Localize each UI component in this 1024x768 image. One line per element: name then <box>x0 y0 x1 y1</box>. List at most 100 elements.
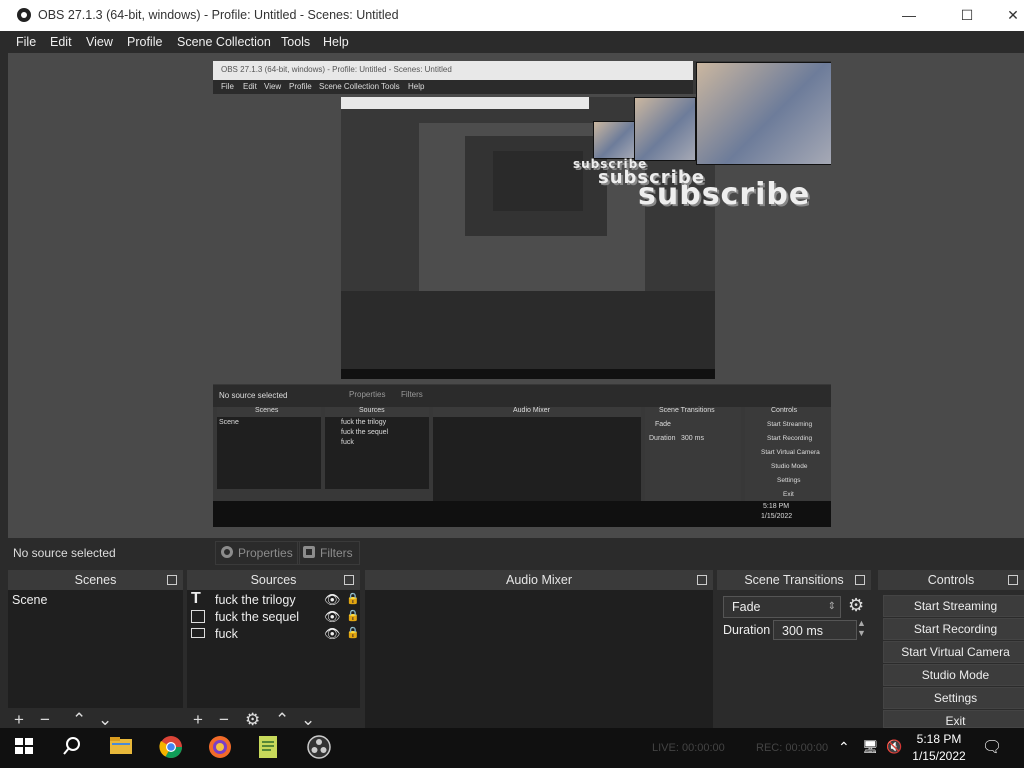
studio-mode-button[interactable]: Studio Mode <box>883 664 1024 686</box>
title-bar: OBS 27.1.3 (64-bit, windows) - Profile: … <box>0 0 1024 31</box>
transition-select[interactable]: Fade ⇕ <box>723 596 841 618</box>
audio-mixer-dock: Audio Mixer <box>365 570 713 730</box>
nested-title-bar-2 <box>341 97 589 109</box>
lock-icon[interactable]: 🔒 <box>346 609 360 622</box>
controls-header: Controls <box>878 570 1024 590</box>
start-recording-button[interactable]: Start Recording <box>883 618 1024 640</box>
exit-button[interactable]: Exit <box>883 710 1024 728</box>
popout-icon[interactable] <box>167 575 177 585</box>
nested-taskbar <box>341 369 715 379</box>
file-explorer-icon[interactable] <box>108 734 136 762</box>
chevron-up-icon[interactable]: ⌃ <box>838 739 850 756</box>
nested-menu-view: View <box>264 82 282 91</box>
network-icon[interactable]: 🖥 <box>862 739 879 755</box>
scenes-header: Scenes <box>8 570 183 590</box>
nested-source-item: fuck <box>341 439 354 446</box>
sources-header: Sources <box>187 570 360 590</box>
start-icon[interactable] <box>12 734 40 762</box>
nested-control-button: Studio Mode <box>771 463 808 470</box>
add-icon[interactable]: + <box>193 710 203 730</box>
scenes-title: Scenes <box>74 573 117 587</box>
popout-icon[interactable] <box>344 575 354 585</box>
menu-scene-collection[interactable]: Scene Collection <box>177 35 271 49</box>
menu-bar: File Edit View Profile Scene Collection … <box>0 31 1024 53</box>
lock-icon[interactable]: 🔒 <box>346 592 360 605</box>
source-row[interactable]: fuck the sequel 👁 🔒 <box>191 609 360 625</box>
eye-icon[interactable]: 👁 <box>324 592 341 608</box>
search-icon[interactable] <box>60 734 88 762</box>
clock-date[interactable]: 1/15/2022 <box>908 749 970 763</box>
source-name: fuck the sequel <box>215 610 300 624</box>
brave-icon[interactable] <box>207 734 235 762</box>
speaker-muted-icon[interactable]: 🔇 <box>886 739 902 755</box>
nested-control-button: Start Virtual Camera <box>761 449 820 456</box>
menu-help[interactable]: Help <box>323 35 349 49</box>
chrome-icon[interactable] <box>158 734 186 762</box>
duration-stepper-icon[interactable]: ▲ ▼ <box>857 618 866 638</box>
no-source-label: No source selected <box>13 546 116 560</box>
popout-icon[interactable] <box>855 575 865 585</box>
start-streaming-button[interactable]: Start Streaming <box>883 595 1024 617</box>
nested-menu-bar: File Edit View Profile Scene Collection … <box>213 80 693 94</box>
nested-title-bar: OBS 27.1.3 (64-bit, windows) - Profile: … <box>213 61 693 80</box>
source-row[interactable]: T fuck the trilogy 👁 🔒 <box>191 590 360 608</box>
menu-file[interactable]: File <box>16 35 36 49</box>
settings-gear-icon[interactable]: ⚙ <box>245 710 260 730</box>
duration-input[interactable]: 300 ms <box>773 620 857 640</box>
move-down-icon[interactable]: ⌄ <box>301 710 315 730</box>
properties-button[interactable]: Properties <box>215 541 300 565</box>
transition-settings-gear-icon[interactable]: ⚙ <box>848 595 864 616</box>
obs-icon[interactable] <box>306 734 334 762</box>
nested-controls-header: Controls <box>745 407 831 417</box>
text-source-icon: T <box>191 590 201 607</box>
menu-profile[interactable]: Profile <box>127 35 162 49</box>
nested-source-item: fuck the sequel <box>341 429 389 436</box>
add-icon[interactable]: + <box>14 710 24 730</box>
nested-fade-select: Fade <box>655 421 671 428</box>
source-toolbar: No source selected Properties Filters <box>8 538 1024 566</box>
audio-mixer-header: Audio Mixer <box>365 570 713 590</box>
nested-control-button: Exit <box>783 491 794 498</box>
close-button[interactable]: ✕ <box>990 0 1024 31</box>
start-virtual-camera-button[interactable]: Start Virtual Camera <box>883 641 1024 663</box>
source-name: fuck <box>215 627 238 641</box>
nested-scene-item: Scene <box>219 419 239 426</box>
notification-icon[interactable]: 🗨 <box>982 737 1002 757</box>
menu-view[interactable]: View <box>86 35 113 49</box>
nested-menu-edit: Edit <box>243 82 257 91</box>
display-source-icon <box>191 628 205 638</box>
minimize-button[interactable]: — <box>886 0 932 31</box>
menu-tools[interactable]: Tools <box>281 35 310 49</box>
maximize-button[interactable]: ☐ <box>944 0 990 31</box>
scene-transitions-dock: Scene Transitions Fade ⇕ ⚙ Duration 300 … <box>717 570 871 730</box>
scene-item[interactable]: Scene <box>12 593 47 607</box>
nested-controls-body: Start Streaming Start Recording Start Vi… <box>745 417 831 501</box>
remove-icon[interactable]: − <box>219 710 229 730</box>
nested-clock-date: 1/15/2022 <box>761 513 793 520</box>
filters-button[interactable]: Filters <box>297 541 360 565</box>
remove-icon[interactable]: − <box>40 710 50 730</box>
properties-label: Properties <box>238 546 293 560</box>
audio-mixer-title: Audio Mixer <box>506 573 572 587</box>
spinner-icon: ⇕ <box>827 601 836 612</box>
move-down-icon[interactable]: ⌄ <box>98 710 112 730</box>
sources-dock: Sources T fuck the trilogy 👁 🔒 fuck the … <box>187 570 360 730</box>
nested-transitions-body: Fade Duration 300 ms <box>645 417 741 501</box>
clock-time[interactable]: 5:18 PM <box>908 732 970 746</box>
nested-clock-time: 5:18 PM <box>763 503 790 510</box>
eye-icon[interactable]: 👁 <box>324 609 341 625</box>
popout-icon[interactable] <box>1008 575 1018 585</box>
nested-mixer-title: Audio Mixer <box>513 407 550 414</box>
scenes-dock: Scenes Scene + − ⌃ ⌄ <box>8 570 183 730</box>
source-row[interactable]: fuck 👁 🔒 <box>191 626 360 642</box>
preview-canvas[interactable]: OBS 27.1.3 (64-bit, windows) - Profile: … <box>213 61 831 527</box>
eye-icon[interactable]: 👁 <box>324 626 341 642</box>
notepad-icon[interactable] <box>256 734 284 762</box>
popout-icon[interactable] <box>697 575 707 585</box>
move-up-icon[interactable]: ⌃ <box>72 710 86 730</box>
lock-icon[interactable]: 🔒 <box>346 626 360 639</box>
gear-icon <box>221 546 233 558</box>
menu-edit[interactable]: Edit <box>50 35 72 49</box>
settings-button[interactable]: Settings <box>883 687 1024 709</box>
move-up-icon[interactable]: ⌃ <box>275 710 289 730</box>
